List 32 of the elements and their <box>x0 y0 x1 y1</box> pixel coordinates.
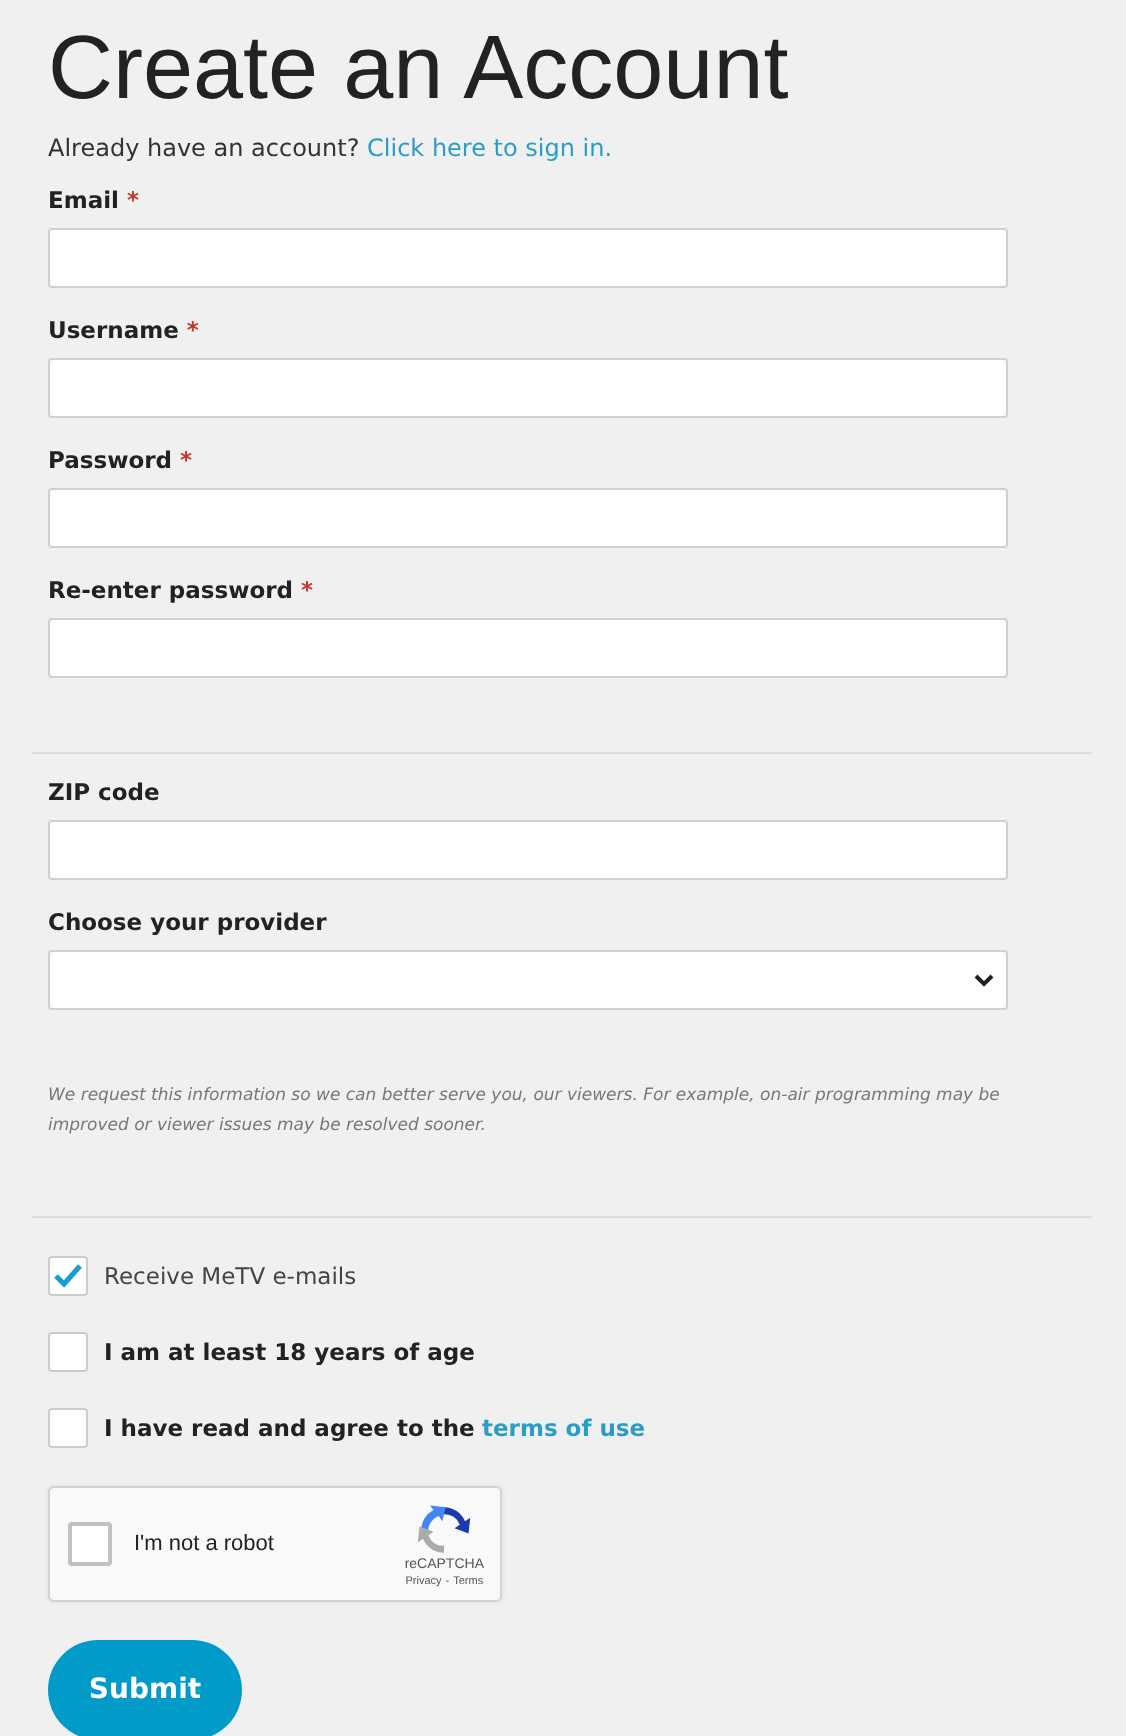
input-field[interactable] <box>48 488 1008 548</box>
input-field[interactable] <box>48 618 1008 678</box>
input-field[interactable] <box>48 228 1008 288</box>
field-label: Password <box>48 446 172 474</box>
field-label: Re-enter password <box>48 576 293 604</box>
checkbox-label: I am at least 18 years of age <box>104 1338 475 1366</box>
checkbox-label: I have read and agree to the <box>104 1414 475 1442</box>
checkbox-label: Receive MeTV e-mails <box>104 1262 357 1290</box>
field-label: Username <box>48 316 179 344</box>
captcha-logo-icon <box>416 1501 473 1557</box>
signin-text: Already have an account? <box>48 134 360 162</box>
input-field[interactable] <box>48 358 1008 418</box>
checkbox[interactable] <box>48 1408 88 1448</box>
sign-in-link[interactable]: Click here to sign in. <box>367 134 613 162</box>
field-label: ZIP code <box>48 778 160 806</box>
input-field[interactable] <box>48 820 1008 880</box>
field-label: Email <box>48 186 119 214</box>
captcha-label: I'm not a robot <box>134 1532 276 1556</box>
field-label: Choose your provider <box>48 908 327 936</box>
captcha-checkbox[interactable] <box>68 1522 112 1566</box>
checkbox[interactable] <box>48 1332 88 1372</box>
required-mark: * <box>301 576 314 604</box>
required-mark: * <box>186 316 199 344</box>
required-mark: * <box>127 186 140 214</box>
info-note: We request this information so we can better serve you, our viewers. For example, on-air programming may be improved or viewer issues may be resolved sooner. <box>48 1084 1002 1140</box>
provider-dropdown[interactable] <box>48 950 1008 1010</box>
page-title: Create an Account <box>48 16 789 120</box>
checkbox[interactable] <box>48 1256 88 1296</box>
terms-link[interactable]: terms of use <box>482 1414 646 1442</box>
submit-button[interactable]: Submit <box>48 1640 242 1736</box>
chevron-down-icon <box>974 973 994 987</box>
required-mark: * <box>180 446 193 474</box>
